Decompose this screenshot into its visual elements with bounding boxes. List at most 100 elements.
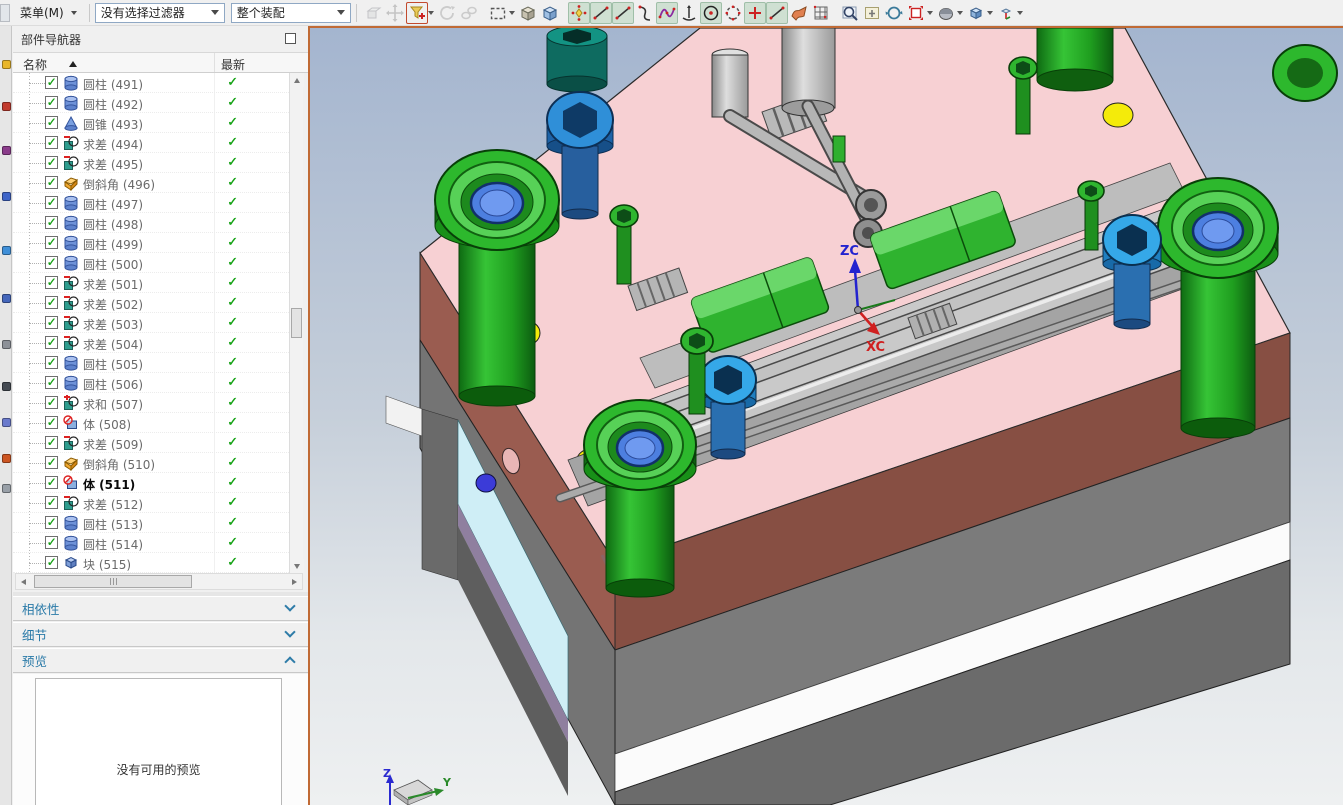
feature-label[interactable]: 体 (508) — [83, 416, 131, 433]
point-icon[interactable] — [568, 2, 590, 24]
feature-checkbox[interactable]: ✓ — [45, 456, 58, 469]
scroll-left-button[interactable] — [16, 574, 31, 589]
chevron-down-icon[interactable] — [284, 626, 295, 637]
tree-row[interactable]: ✓求差 (504)✓ — [13, 333, 289, 353]
roles-tab-icon[interactable] — [2, 454, 11, 463]
web-browser-tab-icon[interactable] — [2, 246, 11, 255]
dashed-circle-icon[interactable] — [722, 2, 744, 24]
feature-checkbox[interactable]: ✓ — [45, 516, 58, 529]
feature-label[interactable]: 求差 (494) — [83, 136, 143, 153]
rotate-view-icon[interactable] — [883, 2, 905, 24]
column-latest-header[interactable]: 最新 — [221, 56, 245, 73]
feature-checkbox[interactable]: ✓ — [45, 476, 58, 489]
feature-label[interactable]: 圆柱 (513) — [83, 516, 143, 533]
feature-label[interactable]: 圆锥 (493) — [83, 116, 143, 133]
tree-row[interactable]: ✓求和 (507)✓ — [13, 393, 289, 413]
side-wall[interactable] — [422, 409, 458, 580]
chevron-down-icon[interactable] — [284, 600, 295, 611]
feature-label[interactable]: 圆柱 (492) — [83, 96, 143, 113]
feature-checkbox[interactable]: ✓ — [45, 396, 58, 409]
line-segment-icon[interactable] — [612, 2, 634, 24]
feature-label[interactable]: 圆柱 (497) — [83, 196, 143, 213]
history-tab-icon[interactable] — [2, 294, 11, 303]
feature-label[interactable]: 求差 (502) — [83, 296, 143, 313]
feature-checkbox[interactable]: ✓ — [45, 136, 58, 149]
assembly-navigator-tab-icon[interactable] — [2, 60, 11, 69]
view-cube-icon[interactable] — [965, 2, 987, 24]
dowel-pin[interactable] — [476, 474, 496, 492]
section-preview[interactable]: 预览 — [13, 648, 308, 673]
feature-checkbox[interactable]: ✓ — [45, 116, 58, 129]
tree-row[interactable]: ✓求差 (512)✓ — [13, 493, 289, 513]
select-rectangle-icon[interactable] — [487, 2, 509, 24]
feature-label[interactable]: 求差 (512) — [83, 496, 143, 513]
feature-checkbox[interactable]: ✓ — [45, 336, 58, 349]
constraint-navigator-tab-icon[interactable] — [2, 102, 11, 111]
tree-row[interactable]: ✓圆柱 (499)✓ — [13, 233, 289, 253]
chevron-up-icon[interactable] — [284, 656, 295, 667]
graphics-viewport[interactable]: ZC XC Z Y — [308, 26, 1343, 805]
feature-checkbox[interactable]: ✓ — [45, 176, 58, 189]
tree-row[interactable]: ✓圆柱 (500)✓ — [13, 253, 289, 273]
vertical-scroll-thumb[interactable] — [291, 308, 302, 338]
tree-row[interactable]: ✓圆锥 (493)✓ — [13, 113, 289, 133]
green-pin[interactable] — [833, 136, 845, 162]
feature-label[interactable]: 求差 (504) — [83, 336, 143, 353]
tree-row[interactable]: ✓块 (515)✓ — [13, 553, 289, 573]
extrude-icon[interactable] — [517, 2, 539, 24]
sketch-line-icon[interactable] — [766, 2, 788, 24]
tree-row[interactable]: ✓圆柱 (513)✓ — [13, 513, 289, 533]
chevron-down-icon[interactable] — [927, 11, 933, 15]
chevron-down-icon[interactable] — [987, 11, 993, 15]
point-plus-icon[interactable] — [744, 2, 766, 24]
reposition-component-icon[interactable] — [436, 2, 458, 24]
tree-row[interactable]: ✓圆柱 (492)✓ — [13, 93, 289, 113]
scroll-right-button[interactable] — [287, 574, 302, 589]
feature-checkbox[interactable]: ✓ — [45, 416, 58, 429]
feature-label[interactable]: 求差 (503) — [83, 316, 143, 333]
tree-vertical-scrollbar[interactable] — [289, 73, 303, 573]
feature-checkbox[interactable]: ✓ — [45, 196, 58, 209]
feature-label[interactable]: 求和 (507) — [83, 396, 143, 413]
circle-icon[interactable] — [700, 2, 722, 24]
feature-checkbox[interactable]: ✓ — [45, 536, 58, 549]
feature-label[interactable]: 圆柱 (500) — [83, 256, 143, 273]
feature-checkbox[interactable]: ✓ — [45, 216, 58, 229]
rod-sleeve[interactable] — [782, 28, 835, 108]
manufacturing-tab-icon[interactable] — [2, 418, 11, 427]
tree-row[interactable]: ✓求差 (495)✓ — [13, 153, 289, 173]
chevron-down-icon[interactable] — [1017, 11, 1023, 15]
system-materials-tab-icon[interactable] — [2, 340, 11, 349]
lattice-icon[interactable] — [810, 2, 832, 24]
feature-label[interactable]: 倒斜角 (510) — [83, 456, 155, 473]
zoom-window-icon[interactable] — [839, 2, 861, 24]
tree-row[interactable]: ✓圆柱 (491)✓ — [13, 73, 289, 93]
menu-button[interactable]: 菜单(M) — [13, 2, 84, 23]
tree-row[interactable]: ✓求差 (509)✓ — [13, 433, 289, 453]
component-pattern-icon[interactable] — [458, 2, 480, 24]
touch-tab-icon[interactable] — [2, 484, 11, 493]
rod-sleeve[interactable] — [712, 55, 748, 117]
fit-view-icon[interactable] — [905, 2, 927, 24]
feature-checkbox[interactable]: ✓ — [45, 96, 58, 109]
feature-label[interactable]: 倒斜角 (496) — [83, 176, 155, 193]
section-dependencies[interactable]: 相依性 — [13, 596, 308, 621]
sort-ascending-icon[interactable] — [69, 61, 77, 67]
selection-filter-dropdown[interactable]: 没有选择过滤器 — [95, 3, 225, 23]
assembly-filter-icon[interactable] — [406, 2, 428, 24]
arc-icon[interactable] — [634, 2, 656, 24]
tree-row[interactable]: ✓求差 (502)✓ — [13, 293, 289, 313]
feature-checkbox[interactable]: ✓ — [45, 496, 58, 509]
chevron-down-icon[interactable] — [957, 11, 963, 15]
part-navigator-tab-icon[interactable] — [2, 146, 11, 155]
reuse-library-tab-icon[interactable] — [2, 192, 11, 201]
feature-label[interactable]: 圆柱 (499) — [83, 236, 143, 253]
horizontal-scroll-thumb[interactable] — [34, 575, 192, 588]
tree-row[interactable]: ✓圆柱 (497)✓ — [13, 193, 289, 213]
tree-row[interactable]: ✓倒斜角 (496)✓ — [13, 173, 289, 193]
feature-label[interactable]: 求差 (495) — [83, 156, 143, 173]
ejector-pin-yellow[interactable] — [1103, 103, 1133, 127]
feature-label[interactable]: 圆柱 (491) — [83, 76, 143, 93]
section-details[interactable]: 细节 — [13, 622, 308, 647]
feature-checkbox[interactable]: ✓ — [45, 156, 58, 169]
